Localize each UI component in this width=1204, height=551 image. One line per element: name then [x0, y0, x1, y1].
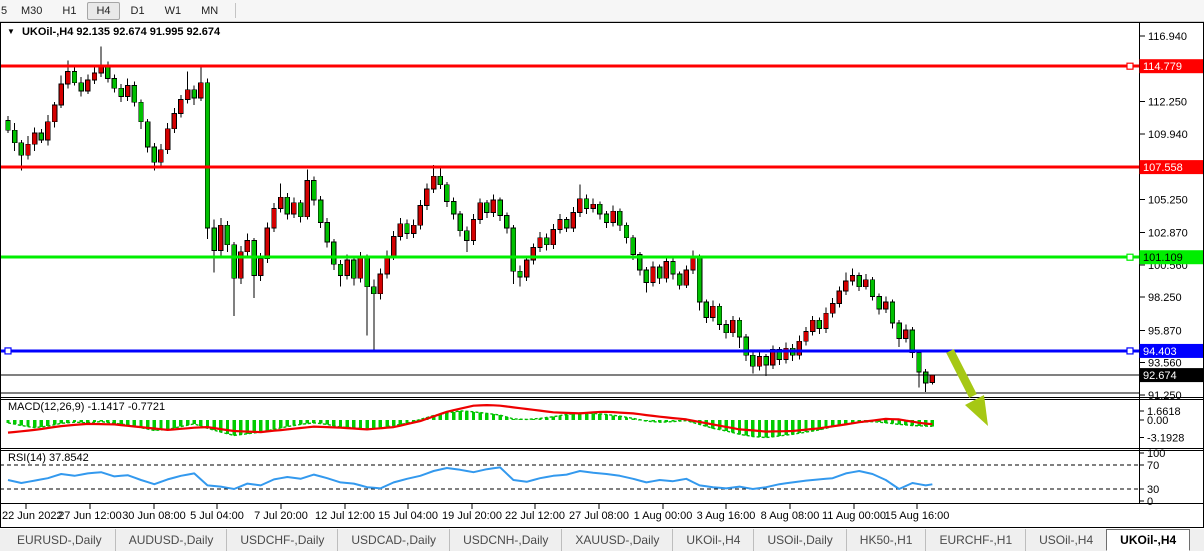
macd-histogram-bar: [166, 420, 169, 429]
macd-histogram-bar: [725, 420, 728, 431]
chart-tab-usoil-h4[interactable]: USOil-,H4: [1025, 529, 1106, 551]
chart-tab-usoil-daily[interactable]: USOil-,Daily: [753, 529, 845, 551]
macd-histogram-bar: [352, 420, 355, 428]
chart-tab-ukoil-h4-active[interactable]: UKOil-,H4: [1106, 529, 1190, 551]
macd-histogram-bar: [791, 420, 794, 434]
macd-histogram-bar: [259, 420, 262, 432]
macd-histogram-bar: [345, 420, 348, 427]
timeframe-m5-partial[interactable]: 5: [1, 5, 11, 17]
macd-histogram-bar: [465, 411, 468, 420]
macd-histogram-bar: [193, 420, 196, 424]
macd-histogram-bar: [605, 415, 608, 421]
macd-histogram-bar: [452, 412, 455, 420]
chart-plot-area[interactable]: [0, 23, 1139, 397]
rsi-panel: [8, 467, 932, 489]
chart-tab-audusd-daily[interactable]: AUDUSD-,Daily: [115, 529, 227, 551]
macd-histogram-bar: [478, 413, 481, 420]
macd-histogram-bar: [179, 420, 182, 427]
macd-histogram-bar: [459, 411, 462, 420]
chart-tab-usdcnh-daily[interactable]: USDCNH-,Daily: [449, 529, 561, 551]
macd-histogram-bar: [485, 413, 488, 420]
macd-histogram-bar: [199, 420, 202, 426]
toolbar-separator: [235, 3, 236, 18]
chart-tab-hk50-h1[interactable]: HK50-,H1: [846, 529, 926, 551]
macd-histogram-bar: [379, 420, 382, 428]
macd-histogram-bar: [53, 420, 56, 425]
macd-histogram-bar: [492, 414, 495, 420]
macd-histogram-bar: [33, 420, 36, 428]
macd-histogram-bar: [445, 413, 448, 420]
chart-tab-ukoil-h4[interactable]: UKOil-,H4: [672, 529, 753, 551]
timeframe-button-h1[interactable]: H1: [53, 2, 85, 20]
macd-histogram-bar: [738, 420, 741, 434]
macd-histogram-bar: [572, 414, 575, 420]
timeframe-button-w1[interactable]: W1: [156, 2, 191, 20]
chart-tabs-bar: EURUSD-,DailyAUDUSD-,DailyUSDCHF-,DailyU…: [0, 529, 1204, 551]
chart-tab-eurusd-daily[interactable]: EURUSD-,Daily: [4, 529, 115, 551]
macd-histogram-bar: [731, 420, 734, 433]
macd-histogram-bar: [784, 420, 787, 435]
macd-histogram-bar: [758, 420, 761, 437]
timeframe-button-d1[interactable]: D1: [122, 2, 154, 20]
macd-histogram-bar: [359, 420, 362, 429]
chart-tab-usdchf-daily[interactable]: USDCHF-,Daily: [226, 529, 337, 551]
chart-tab-xauusd-daily[interactable]: XAUUSD-,Daily: [561, 529, 672, 551]
macd-histogram-bar: [332, 420, 335, 426]
macd-histogram-bar: [226, 420, 229, 434]
macd-histogram-bar: [399, 420, 402, 424]
macd-histogram-bar: [751, 420, 754, 437]
macd-histogram-bar: [286, 420, 289, 427]
time-scale-drag-area[interactable]: [0, 504, 1139, 527]
price-scale-drag-area[interactable]: [1139, 23, 1203, 503]
macd-histogram-bar: [173, 420, 176, 428]
timeframe-button-mn[interactable]: MN: [192, 2, 227, 20]
macd-histogram-bar: [385, 420, 388, 427]
chart-canvas: 116.940112.250109.940105.250102.870100.5…: [0, 0, 1204, 551]
macd-histogram-bar: [186, 420, 189, 425]
macd-histogram-bar: [272, 420, 275, 429]
macd-histogram-bar: [764, 420, 767, 438]
timeframe-toolbar: 5M30H1H4D1W1MN: [0, 0, 1204, 22]
macd-histogram-bar: [266, 420, 269, 431]
macd-histogram-bar: [40, 420, 43, 427]
timeframe-button-m30[interactable]: M30: [12, 2, 51, 20]
macd-histogram-bar: [339, 420, 342, 427]
macd-histogram-bar: [372, 420, 375, 429]
macd-histogram-bar: [592, 413, 595, 420]
chart-tab-eurchf-h1[interactable]: EURCHF-,H1: [925, 529, 1025, 551]
macd-histogram-bar: [232, 420, 235, 435]
timeframe-button-h4[interactable]: H4: [87, 2, 119, 20]
trading-terminal-window: 116.940112.250109.940105.250102.870100.5…: [0, 0, 1204, 551]
macd-histogram-bar: [472, 412, 475, 420]
macd-histogram-bar: [744, 420, 747, 435]
macd-histogram-bar: [598, 414, 601, 420]
macd-histogram-bar: [26, 420, 29, 427]
macd-histogram-bar: [778, 420, 781, 436]
macd-histogram-bar: [326, 420, 329, 424]
chart-tab-usdcad-daily[interactable]: USDCAD-,Daily: [337, 529, 449, 551]
macd-histogram-bar: [585, 413, 588, 420]
macd-histogram-bar: [365, 420, 368, 429]
macd-histogram-bar: [771, 420, 774, 437]
rsi-line: [8, 467, 932, 489]
macd-panel: [6, 405, 934, 437]
macd-histogram-bar: [279, 420, 282, 428]
